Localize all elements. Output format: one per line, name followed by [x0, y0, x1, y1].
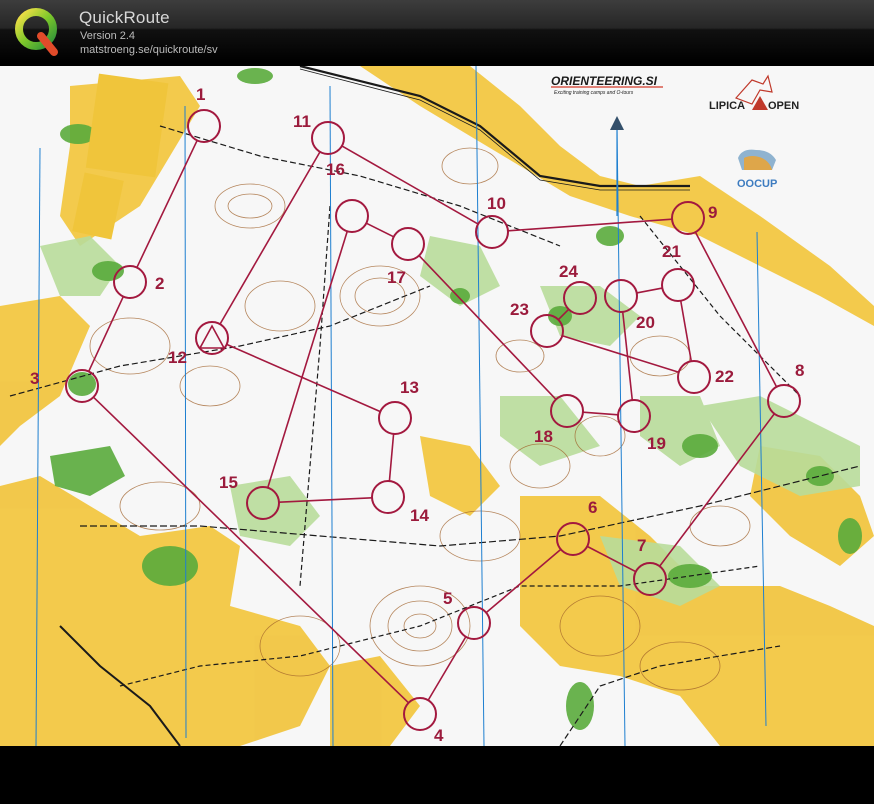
control-label-9: 9	[708, 203, 717, 222]
control-label-10: 10	[487, 194, 506, 213]
quickroute-logo-icon: Q	[14, 6, 58, 56]
control-label-24: 24	[559, 262, 578, 281]
control-label-20: 20	[636, 313, 655, 332]
control-label-23: 23	[510, 300, 529, 319]
svg-text:OPEN: OPEN	[768, 100, 799, 112]
control-label-12: 12	[168, 348, 187, 367]
app-version: Version 2.4	[80, 30, 136, 42]
control-label-2: 2	[155, 274, 164, 293]
svg-text:Exciting training camps and O-: Exciting training camps and O-tours	[554, 90, 634, 96]
sponsor-oocup-logo: OOCUP	[737, 149, 777, 190]
control-label-3: 3	[30, 369, 39, 388]
orienteering-map[interactable]: 1 2 3 4 5 6 7 8 9 10 11 12 13 14 15 16 1…	[0, 66, 874, 746]
svg-text:OOCUP: OOCUP	[737, 178, 777, 190]
control-label-5: 5	[443, 589, 452, 608]
svg-text:Q: Q	[14, 6, 26, 10]
control-label-15: 15	[219, 473, 238, 492]
control-label-21: 21	[662, 242, 681, 261]
control-label-7: 7	[637, 536, 646, 555]
control-label-18: 18	[534, 427, 553, 446]
control-label-11: 11	[293, 112, 311, 131]
map-canvas: 1 2 3 4 5 6 7 8 9 10 11 12 13 14 15 16 1…	[0, 66, 874, 746]
control-label-22: 22	[715, 367, 734, 386]
control-label-19: 19	[647, 434, 666, 453]
bottom-bar	[0, 746, 874, 804]
title-bar: Q QuickRoute Version 2.4 matstroeng.se/q…	[0, 0, 874, 62]
control-label-4: 4	[434, 726, 444, 745]
svg-text:LIPICA: LIPICA	[709, 100, 745, 112]
svg-text:ORIENTEERING.SI: ORIENTEERING.SI	[551, 74, 658, 88]
control-label-8: 8	[795, 361, 804, 380]
app-title: QuickRoute	[79, 8, 170, 27]
app-url[interactable]: matstroeng.se/quickroute/sv	[80, 44, 218, 56]
control-label-16: 16	[326, 160, 345, 179]
control-label-13: 13	[400, 378, 419, 397]
control-label-1: 1	[196, 85, 205, 104]
control-label-6: 6	[588, 498, 597, 517]
control-label-14: 14	[410, 506, 429, 525]
control-label-17: 17	[387, 268, 406, 287]
